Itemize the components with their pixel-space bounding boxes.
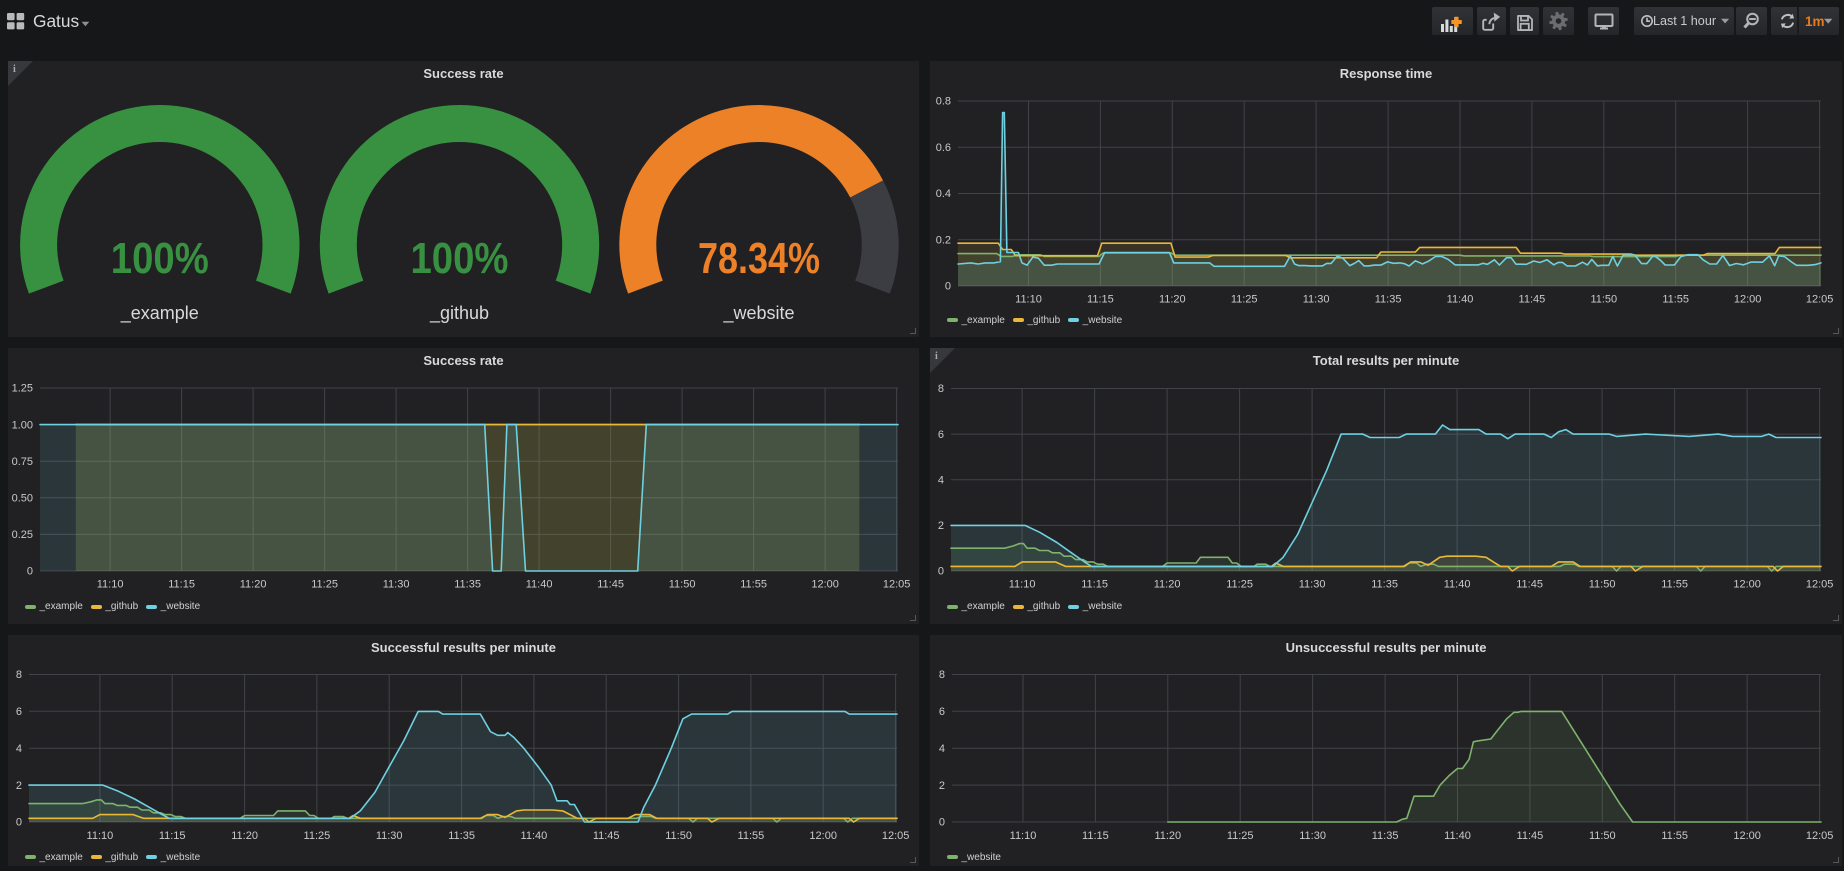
- svg-text:11:55: 11:55: [1661, 830, 1688, 842]
- svg-text:12:00: 12:00: [1733, 830, 1761, 842]
- svg-text:11:30: 11:30: [1299, 579, 1326, 591]
- svg-text:11:10: 11:10: [1010, 830, 1037, 842]
- svg-text:11:35: 11:35: [1371, 579, 1398, 591]
- svg-text:12:00: 12:00: [811, 579, 839, 591]
- svg-text:11:45: 11:45: [1517, 830, 1544, 842]
- svg-text:0: 0: [939, 817, 945, 829]
- svg-text:11:40: 11:40: [1447, 294, 1474, 306]
- svg-text:0: 0: [16, 817, 22, 829]
- svg-text:0: 0: [938, 566, 944, 578]
- svg-text:11:50: 11:50: [1589, 830, 1616, 842]
- svg-text:_website: _website: [722, 303, 794, 324]
- svg-text:11:35: 11:35: [1375, 294, 1402, 306]
- svg-text:12:05: 12:05: [883, 579, 911, 591]
- svg-text:11:30: 11:30: [383, 579, 410, 591]
- svg-text:11:20: 11:20: [240, 579, 267, 591]
- svg-text:6: 6: [16, 706, 22, 718]
- svg-text:0.8: 0.8: [936, 96, 951, 108]
- svg-text:11:40: 11:40: [1444, 579, 1471, 591]
- svg-text:11:30: 11:30: [376, 830, 403, 842]
- svg-text:11:55: 11:55: [1662, 294, 1689, 306]
- svg-text:11:15: 11:15: [168, 579, 195, 591]
- svg-text:11:15: 11:15: [1081, 579, 1108, 591]
- svg-text:11:20: 11:20: [1159, 294, 1186, 306]
- svg-text:4: 4: [16, 743, 22, 755]
- svg-text:11:20: 11:20: [231, 830, 258, 842]
- svg-text:12:05: 12:05: [1806, 830, 1834, 842]
- svg-text:11:45: 11:45: [593, 830, 620, 842]
- svg-text:0.75: 0.75: [12, 456, 33, 468]
- svg-text:100%: 100%: [411, 234, 509, 283]
- svg-text:0.25: 0.25: [12, 529, 33, 541]
- svg-text:4: 4: [938, 475, 944, 487]
- svg-text:2: 2: [16, 780, 22, 792]
- svg-text:_example: _example: [120, 303, 199, 324]
- svg-text:2: 2: [939, 780, 945, 792]
- svg-text:11:35: 11:35: [1372, 830, 1399, 842]
- svg-text:2: 2: [938, 520, 944, 532]
- svg-text:11:30: 11:30: [1303, 294, 1330, 306]
- svg-text:100%: 100%: [111, 234, 209, 283]
- svg-text:11:50: 11:50: [1590, 294, 1617, 306]
- svg-text:78.34%: 78.34%: [698, 234, 820, 283]
- svg-text:0.2: 0.2: [936, 234, 951, 246]
- svg-text:11:25: 11:25: [1231, 294, 1258, 306]
- svg-text:4: 4: [939, 743, 945, 755]
- svg-text:11:45: 11:45: [1516, 579, 1543, 591]
- svg-text:12:05: 12:05: [1806, 294, 1834, 306]
- svg-text:11:50: 11:50: [669, 579, 696, 591]
- svg-text:Last 1 hour: Last 1 hour: [1653, 14, 1716, 28]
- svg-text:11:25: 11:25: [304, 830, 331, 842]
- svg-text:Gatus: Gatus: [33, 11, 79, 31]
- svg-text:12:05: 12:05: [882, 830, 910, 842]
- svg-text:11:10: 11:10: [1009, 579, 1036, 591]
- svg-text:11:55: 11:55: [1661, 579, 1688, 591]
- svg-text:8: 8: [16, 669, 22, 681]
- svg-text:8: 8: [939, 669, 945, 681]
- svg-text:11:15: 11:15: [1082, 830, 1109, 842]
- svg-text:11:20: 11:20: [1154, 579, 1181, 591]
- svg-text:11:35: 11:35: [448, 830, 475, 842]
- svg-text:11:10: 11:10: [87, 830, 114, 842]
- svg-text:11:45: 11:45: [1519, 294, 1546, 306]
- svg-text:11:45: 11:45: [597, 579, 624, 591]
- svg-text:11:50: 11:50: [1589, 579, 1616, 591]
- svg-text:12:00: 12:00: [809, 830, 837, 842]
- svg-text:11:30: 11:30: [1299, 830, 1326, 842]
- svg-text:8: 8: [938, 383, 944, 395]
- svg-text:0.6: 0.6: [936, 142, 951, 154]
- svg-text:11:55: 11:55: [740, 579, 767, 591]
- svg-text:11:50: 11:50: [665, 830, 692, 842]
- svg-text:11:20: 11:20: [1154, 830, 1181, 842]
- svg-text:11:10: 11:10: [1015, 294, 1042, 306]
- svg-text:11:25: 11:25: [311, 579, 338, 591]
- svg-text:11:55: 11:55: [738, 830, 765, 842]
- svg-text:0.50: 0.50: [12, 493, 33, 505]
- svg-text:1.25: 1.25: [12, 383, 33, 395]
- svg-text:6: 6: [938, 429, 944, 441]
- svg-text:1.00: 1.00: [12, 419, 33, 431]
- svg-text:11:25: 11:25: [1226, 579, 1253, 591]
- svg-text:_github: _github: [429, 303, 489, 324]
- svg-text:6: 6: [939, 706, 945, 718]
- svg-text:11:15: 11:15: [159, 830, 186, 842]
- svg-text:12:00: 12:00: [1733, 579, 1761, 591]
- svg-text:11:40: 11:40: [521, 830, 548, 842]
- svg-text:11:40: 11:40: [526, 579, 553, 591]
- svg-text:11:35: 11:35: [454, 579, 481, 591]
- svg-text:11:10: 11:10: [97, 579, 124, 591]
- svg-text:12:05: 12:05: [1806, 579, 1834, 591]
- svg-text:0: 0: [945, 281, 951, 293]
- svg-text:11:15: 11:15: [1087, 294, 1114, 306]
- svg-text:11:25: 11:25: [1227, 830, 1254, 842]
- svg-text:1m: 1m: [1805, 14, 1825, 29]
- svg-text:11:40: 11:40: [1444, 830, 1471, 842]
- svg-text:12:00: 12:00: [1734, 294, 1762, 306]
- svg-text:0: 0: [27, 566, 33, 578]
- svg-text:0.4: 0.4: [936, 188, 951, 200]
